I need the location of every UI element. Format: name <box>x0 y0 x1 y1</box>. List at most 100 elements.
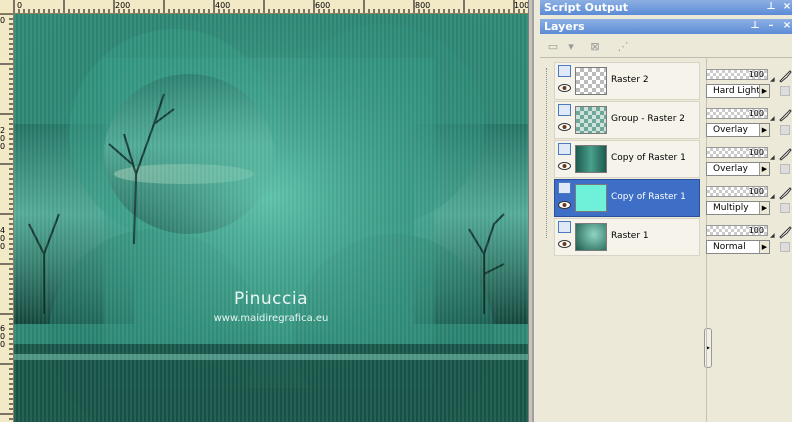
lock-icon[interactable] <box>780 86 790 96</box>
layer-properties-row: 100 ◢ Normal ▶ <box>706 222 792 258</box>
chevron-icon: ◢ <box>770 154 775 161</box>
lock-icon[interactable] <box>780 125 790 135</box>
chevron-right-icon[interactable]: ▶ <box>759 241 769 253</box>
new-layer-icon[interactable]: ▭ <box>544 39 562 55</box>
opacity-slider[interactable]: 100 <box>706 147 768 158</box>
brush-icon[interactable] <box>778 186 792 200</box>
delete-layer-icon[interactable]: ⊠ <box>586 39 604 55</box>
blend-mode-select[interactable]: Overlay ▶ <box>706 162 770 176</box>
minimize-icon[interactable]: – <box>766 19 776 34</box>
chevron-right-icon[interactable]: ▶ <box>759 163 769 175</box>
layers-titlebar[interactable]: Layers ⊥ – × <box>540 19 792 34</box>
layer-properties: 100 ◢ Hard Light ▶ 100 ◢ Overlay ▶ 100 ◢ O… <box>704 62 792 422</box>
ruler-label: 200 <box>115 1 131 10</box>
tree-line <box>546 68 547 238</box>
lock-icon[interactable] <box>780 203 790 213</box>
brush-icon[interactable] <box>778 108 792 122</box>
layers-list: Raster 2 Group - Raster 2 Copy of Raster… <box>540 58 712 422</box>
layers-toolbar: ▭ ▾ ⊠ ⋰ <box>540 36 792 58</box>
blend-mode-value: Multiply <box>713 203 749 213</box>
brush-icon[interactable] <box>778 225 792 239</box>
pin-icon[interactable]: ⊥ <box>750 19 760 34</box>
layer-row[interactable]: Group - Raster 2 <box>554 101 700 139</box>
layer-thumbnail <box>575 223 607 251</box>
layer-properties-row: 100 ◢ Hard Light ▶ <box>706 66 792 102</box>
script-output-title: Script Output <box>544 1 629 14</box>
script-output-titlebar[interactable]: Script Output ⊥ × <box>540 0 792 15</box>
close-icon[interactable]: × <box>782 0 792 15</box>
layer-row[interactable]: Copy of Raster 1 <box>554 140 700 178</box>
lock-icon[interactable] <box>780 164 790 174</box>
app-window: 0 200 400 600 800 100 0 2 0 0 4 0 0 6 0 … <box>0 0 792 422</box>
brush-icon[interactable] <box>778 147 792 161</box>
brush-icon[interactable] <box>778 69 792 83</box>
layer-type-icon[interactable] <box>558 143 571 155</box>
blend-mode-value: Normal <box>713 242 746 252</box>
blend-mode-value: Overlay <box>713 125 748 135</box>
layer-properties-row: 100 ◢ Overlay ▶ <box>706 144 792 180</box>
docked-panels: Script Output ⊥ × Layers ⊥ – × ▭ ▾ ⊠ ⋰ R… <box>532 0 792 422</box>
layer-properties-row: 100 ◢ Multiply ▶ <box>706 183 792 219</box>
ruler-top: 0 200 400 600 800 100 <box>0 0 532 14</box>
layer-row[interactable]: Raster 2 <box>554 62 700 100</box>
eye-icon[interactable] <box>558 83 571 93</box>
watermark-title: Pinuccia <box>234 289 308 309</box>
opacity-slider[interactable]: 100 <box>706 225 768 236</box>
chevron-icon: ◢ <box>770 76 775 83</box>
ruler-label: 0 <box>0 340 6 349</box>
ruler-label: 0 <box>0 16 6 25</box>
blend-mode-select[interactable]: Overlay ▶ <box>706 123 770 137</box>
chevron-down-icon[interactable]: ▾ <box>562 39 580 55</box>
blend-mode-select[interactable]: Multiply ▶ <box>706 201 770 215</box>
close-icon[interactable]: × <box>782 19 792 34</box>
ruler-label: 600 <box>315 1 331 10</box>
ruler-label: 0 <box>17 1 23 10</box>
layer-type-icon[interactable] <box>558 65 571 77</box>
layer-name: Raster 1 <box>611 231 649 241</box>
chevron-icon: ◢ <box>770 193 775 200</box>
layer-type-icon[interactable] <box>558 104 571 116</box>
opacity-slider[interactable]: 100 <box>706 186 768 197</box>
artwork <box>14 14 528 422</box>
layer-row[interactable]: Raster 1 <box>554 218 700 256</box>
layer-thumbnail <box>575 184 607 212</box>
eye-icon[interactable] <box>558 200 571 210</box>
ruler-label: 400 <box>215 1 231 10</box>
image-canvas[interactable]: Pinuccia www.maidiregrafica.eu <box>14 14 528 422</box>
opacity-slider[interactable]: 100 <box>706 69 768 80</box>
layer-name: Copy of Raster 1 <box>611 153 686 163</box>
properties-icon[interactable]: ⋰ <box>614 39 632 55</box>
layers-title: Layers <box>544 20 585 33</box>
layer-properties-row: 100 ◢ Overlay ▶ <box>706 105 792 141</box>
ruler-left: 0 2 0 0 4 0 0 6 0 0 <box>0 14 14 422</box>
blend-mode-value: Overlay <box>713 164 748 174</box>
chevron-right-icon[interactable]: ▶ <box>759 85 769 97</box>
blend-mode-value: Hard Light <box>713 86 760 96</box>
chevron-icon: ◢ <box>770 232 775 239</box>
layer-name: Raster 2 <box>611 75 649 85</box>
chevron-right-icon[interactable]: ▶ <box>759 202 769 214</box>
opacity-slider[interactable]: 100 <box>706 108 768 119</box>
lock-icon[interactable] <box>780 242 790 252</box>
ruler-label: 0 <box>0 242 6 251</box>
layer-type-icon[interactable] <box>558 221 571 233</box>
watermark-url: www.maidiregrafica.eu <box>213 313 329 324</box>
pin-icon[interactable]: ⊥ <box>766 0 776 15</box>
layer-row-selected[interactable]: Copy of Raster 1 <box>554 179 700 217</box>
ruler-label: 100 <box>514 1 530 10</box>
layer-name: Copy of Raster 1 <box>611 192 686 202</box>
layer-thumbnail <box>575 106 607 134</box>
blend-mode-select[interactable]: Normal ▶ <box>706 240 770 254</box>
blend-mode-select[interactable]: Hard Light ▶ <box>706 84 770 98</box>
eye-icon[interactable] <box>558 239 571 249</box>
chevron-right-icon[interactable]: ▶ <box>759 124 769 136</box>
layer-name: Group - Raster 2 <box>611 114 685 124</box>
ruler-label: 0 <box>0 142 6 151</box>
chevron-icon: ◢ <box>770 115 775 122</box>
eye-icon[interactable] <box>558 161 571 171</box>
canvas-area[interactable]: 0 200 400 600 800 100 0 2 0 0 4 0 0 6 0 … <box>0 0 532 422</box>
eye-icon[interactable] <box>558 122 571 132</box>
layer-type-icon[interactable] <box>558 182 571 194</box>
layer-thumbnail <box>575 145 607 173</box>
layer-thumbnail <box>575 67 607 95</box>
